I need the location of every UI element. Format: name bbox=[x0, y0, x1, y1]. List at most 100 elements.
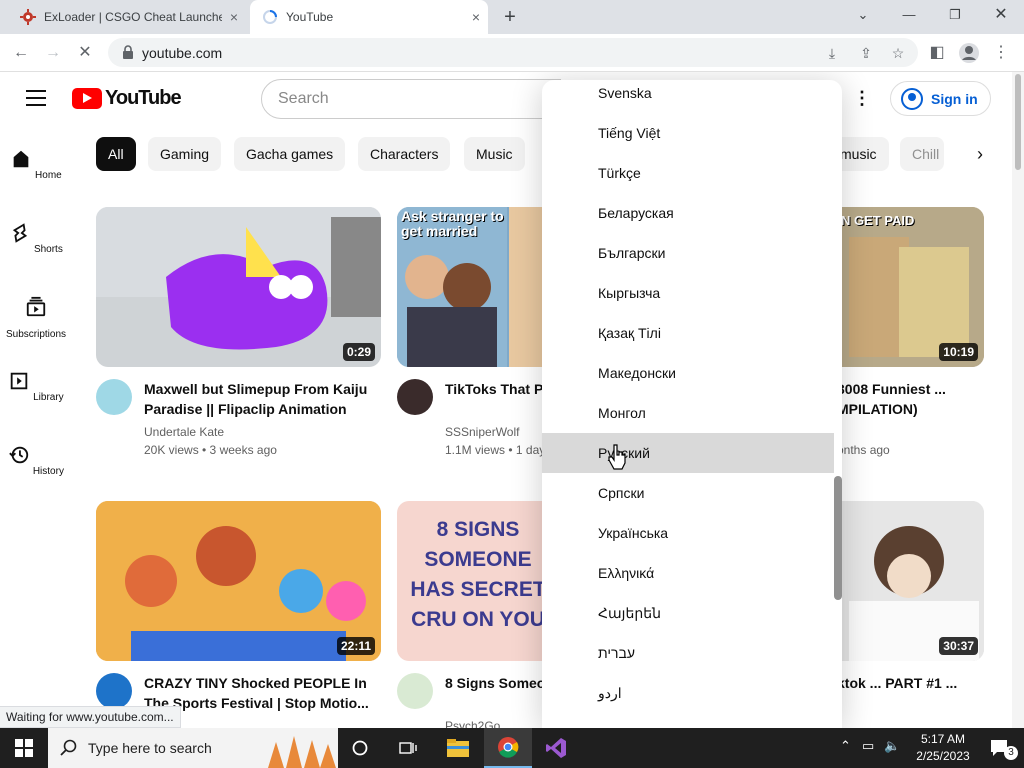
cortana-icon[interactable] bbox=[336, 728, 384, 768]
video-title[interactable]: ktok ... PART #1 ... bbox=[837, 673, 984, 693]
taskbar-search-input[interactable]: Type here to search bbox=[48, 728, 338, 768]
windows-start-icon[interactable] bbox=[0, 728, 48, 768]
video-views: onths ago bbox=[837, 443, 890, 457]
stop-icon[interactable]: ✕ bbox=[72, 40, 98, 66]
chevron-right-icon[interactable]: › bbox=[968, 142, 992, 166]
page-scrollbar-thumb[interactable] bbox=[1015, 74, 1021, 170]
nav-label: Library bbox=[33, 392, 64, 403]
language-option[interactable]: Српски bbox=[542, 473, 834, 513]
install-icon[interactable]: ⤓ bbox=[820, 41, 844, 65]
tab-close-button[interactable]: × bbox=[464, 9, 488, 25]
nav-home[interactable]: Home bbox=[0, 148, 72, 181]
visual-studio-icon[interactable] bbox=[532, 728, 580, 768]
language-option[interactable]: Беларуская bbox=[542, 193, 834, 233]
chrome-icon[interactable] bbox=[484, 728, 532, 768]
taskbar-date: 2/25/2023 bbox=[916, 749, 970, 763]
channel-avatar[interactable] bbox=[96, 673, 132, 709]
language-option[interactable]: Русский bbox=[542, 433, 834, 473]
channel-name[interactable]: SSSniperWolf bbox=[445, 425, 519, 439]
nav-label: History bbox=[32, 466, 64, 477]
thumbnail-caption: 8 SIGNS SOMEONE HAS SECRET CRU ON YOU bbox=[410, 518, 546, 631]
chip-music[interactable]: Music bbox=[464, 137, 525, 171]
back-icon[interactable]: ← bbox=[8, 40, 34, 66]
language-option[interactable]: Հայերեն bbox=[542, 593, 834, 633]
tab-youtube[interactable]: YouTube × bbox=[250, 0, 488, 34]
tab-exloader[interactable]: ExLoader | CSGO Cheat Launcher × bbox=[8, 0, 246, 34]
channel-avatar[interactable] bbox=[96, 379, 132, 415]
video-title[interactable]: Maxwell but Slimepup From Kaiju Paradise… bbox=[144, 379, 374, 419]
channel-avatar[interactable] bbox=[397, 379, 433, 415]
page-scrollbar[interactable] bbox=[1012, 72, 1024, 728]
menu-scrollbar-thumb[interactable] bbox=[834, 476, 842, 600]
minimize-icon[interactable]: — bbox=[886, 0, 932, 30]
search-input[interactable]: Search bbox=[261, 79, 561, 119]
browser-menu-icon[interactable]: ⋮ bbox=[988, 40, 1014, 66]
video-thumbnail[interactable]: 0:29 bbox=[96, 207, 381, 367]
lock-icon bbox=[123, 45, 133, 59]
tab-strip: ExLoader | CSGO Cheat Launcher × YouTube… bbox=[0, 0, 1024, 34]
restore-icon[interactable]: ❐ bbox=[932, 0, 978, 30]
more-options-icon[interactable]: ⋮ bbox=[852, 88, 872, 108]
bookmark-star-icon[interactable]: ☆ bbox=[886, 41, 910, 65]
video-duration: 0:29 bbox=[342, 343, 375, 361]
video-title[interactable]: 3008 Funniest ... MPILATION) bbox=[837, 379, 984, 419]
chevron-up-icon[interactable]: ⌃ bbox=[840, 738, 851, 754]
youtube-logo[interactable]: YouTube bbox=[72, 87, 182, 110]
video-views: 1.1M views • 1 day bbox=[445, 443, 546, 457]
logo-text: YouTube bbox=[105, 87, 182, 109]
status-bar: Waiting for www.youtube.com... bbox=[0, 706, 181, 728]
language-option[interactable]: Македонски bbox=[542, 353, 834, 393]
sign-in-button[interactable]: Sign in bbox=[890, 81, 991, 116]
url-text: youtube.com bbox=[142, 45, 223, 61]
task-view-icon[interactable] bbox=[384, 728, 432, 768]
exloader-gear-icon bbox=[20, 9, 36, 25]
language-option[interactable]: Українська bbox=[542, 513, 834, 553]
chip-chill[interactable]: Chill bbox=[900, 137, 944, 171]
close-icon[interactable]: ✕ bbox=[978, 0, 1024, 30]
share-icon[interactable]: ⇪ bbox=[854, 41, 878, 65]
nav-shorts[interactable]: Shorts bbox=[0, 222, 72, 255]
nav-library[interactable]: Library bbox=[0, 370, 72, 403]
language-option[interactable]: Svenska bbox=[542, 80, 834, 113]
language-option[interactable]: Ελληνικά bbox=[542, 553, 834, 593]
chip-all[interactable]: All bbox=[96, 137, 136, 171]
channel-avatar[interactable] bbox=[397, 673, 433, 709]
new-tab-button[interactable]: + bbox=[498, 4, 522, 30]
taskbar-clock[interactable]: 5:17 AM 2/25/2023 bbox=[912, 731, 974, 765]
channel-name[interactable]: Undertale Kate bbox=[144, 425, 224, 439]
subscriptions-icon bbox=[26, 296, 46, 317]
language-option[interactable]: Қазақ Тілі bbox=[542, 313, 834, 353]
tab-title: YouTube bbox=[286, 10, 334, 24]
thumbnail-art bbox=[96, 207, 381, 350]
chip-characters[interactable]: Characters bbox=[358, 137, 451, 171]
notification-center-icon[interactable]: 3 bbox=[976, 728, 1024, 768]
chip-gaming[interactable]: Gaming bbox=[148, 137, 222, 171]
language-option[interactable]: Кыргызча bbox=[542, 273, 834, 313]
tab-close-button[interactable]: × bbox=[222, 9, 246, 25]
language-option[interactable]: Български bbox=[542, 233, 834, 273]
file-explorer-icon[interactable] bbox=[434, 728, 482, 768]
language-option[interactable]: اردو bbox=[542, 673, 834, 713]
forward-icon[interactable]: → bbox=[40, 40, 66, 66]
language-menu: Svenska Tiếng Việt Türkçe Беларуская Българс… bbox=[542, 80, 842, 728]
video-card[interactable]: 22:11 CRAZY TINY Shocked PEOPLE In The S… bbox=[96, 501, 381, 728]
video-thumbnail[interactable]: 22:11 bbox=[96, 501, 381, 661]
channel-name[interactable]: Psych2Go bbox=[445, 719, 500, 728]
profile-icon[interactable] bbox=[956, 40, 982, 66]
chip-gacha-games[interactable]: Gacha games bbox=[234, 137, 346, 171]
video-card[interactable]: 0:29 Maxwell but Slimepup From Kaiju Par… bbox=[96, 207, 381, 469]
volume-icon[interactable]: 🔈 bbox=[884, 738, 900, 754]
language-option[interactable]: Tiếng Việt bbox=[542, 113, 834, 153]
chevron-down-icon[interactable]: ⌄ bbox=[840, 0, 886, 30]
language-option[interactable]: Türkçe bbox=[542, 153, 834, 193]
nav-subscriptions[interactable]: Subscriptions bbox=[0, 296, 72, 340]
taskbar: Type here to search ⌃ ▭ 🔈 5:17 AM 2/25/2… bbox=[0, 728, 1024, 768]
video-duration: 30:37 bbox=[939, 637, 978, 655]
network-icon[interactable]: ▭ bbox=[862, 738, 874, 754]
language-option[interactable]: עברית bbox=[542, 633, 834, 673]
nav-history[interactable]: History bbox=[0, 444, 72, 477]
language-option[interactable]: Монгол bbox=[542, 393, 834, 433]
side-panel-icon[interactable]: ◧ bbox=[924, 40, 950, 66]
menu-icon[interactable] bbox=[26, 90, 46, 106]
address-bar[interactable]: youtube.com ⤓ ⇪ ☆ bbox=[108, 38, 918, 67]
